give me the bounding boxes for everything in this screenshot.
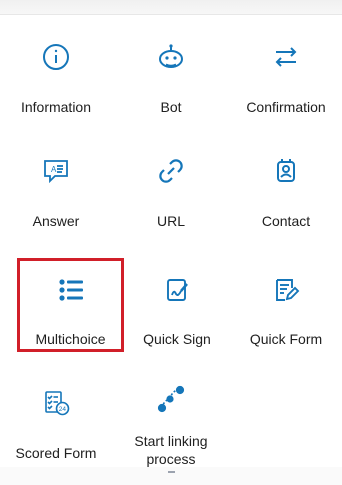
menu-item-label: Confirmation bbox=[246, 99, 326, 115]
menu-item-multichoice[interactable]: Multichoice bbox=[17, 258, 124, 352]
menu-item-label: Information bbox=[20, 99, 92, 115]
menu-item-quick-sign[interactable]: Quick Sign bbox=[121, 258, 233, 348]
menu-item-label: Bot bbox=[160, 99, 182, 115]
menu-item-label: Scored Form bbox=[15, 445, 97, 461]
url-icon bbox=[156, 156, 186, 186]
menu-item-label: Quick Form bbox=[249, 331, 323, 347]
multichoice-icon bbox=[56, 275, 86, 305]
menu-item-quick-form[interactable]: Quick Form bbox=[230, 258, 342, 348]
menu-item-confirmation[interactable]: Confirmation bbox=[230, 28, 342, 118]
menu-item-start-linking-process[interactable]: Start linking process bbox=[115, 374, 227, 467]
answer-icon: A bbox=[41, 156, 71, 186]
menu-item-scored-form[interactable]: 24 Scored Form bbox=[0, 374, 112, 464]
scored-form-icon: 24 bbox=[41, 388, 71, 418]
top-divider bbox=[0, 0, 342, 15]
linking-process-icon bbox=[156, 384, 186, 414]
confirmation-icon bbox=[271, 42, 301, 72]
information-icon bbox=[41, 42, 71, 72]
quick-form-icon bbox=[271, 275, 301, 305]
svg-text:A: A bbox=[51, 165, 57, 174]
menu-item-information[interactable]: Information bbox=[0, 28, 112, 118]
menu-item-label: Start linking process bbox=[134, 433, 208, 467]
scored-badge-text: 24 bbox=[59, 406, 67, 413]
bot-icon bbox=[156, 42, 186, 72]
bottom-indicator bbox=[168, 471, 175, 473]
menu-item-contact[interactable]: Contact bbox=[230, 142, 342, 232]
menu-item-label: Answer bbox=[32, 213, 80, 229]
menu-item-label: Contact bbox=[261, 213, 311, 229]
menu-item-url[interactable]: URL bbox=[115, 142, 227, 232]
menu-item-label: Quick Sign bbox=[143, 331, 211, 347]
menu-item-bot[interactable]: Bot bbox=[115, 28, 227, 118]
menu-item-label: Multichoice bbox=[35, 331, 106, 347]
menu-item-label: URL bbox=[156, 213, 185, 229]
menu-item-answer[interactable]: A Answer bbox=[0, 142, 112, 232]
bottom-bar bbox=[0, 467, 342, 485]
contact-icon bbox=[271, 156, 301, 186]
quick-sign-icon bbox=[162, 275, 192, 305]
